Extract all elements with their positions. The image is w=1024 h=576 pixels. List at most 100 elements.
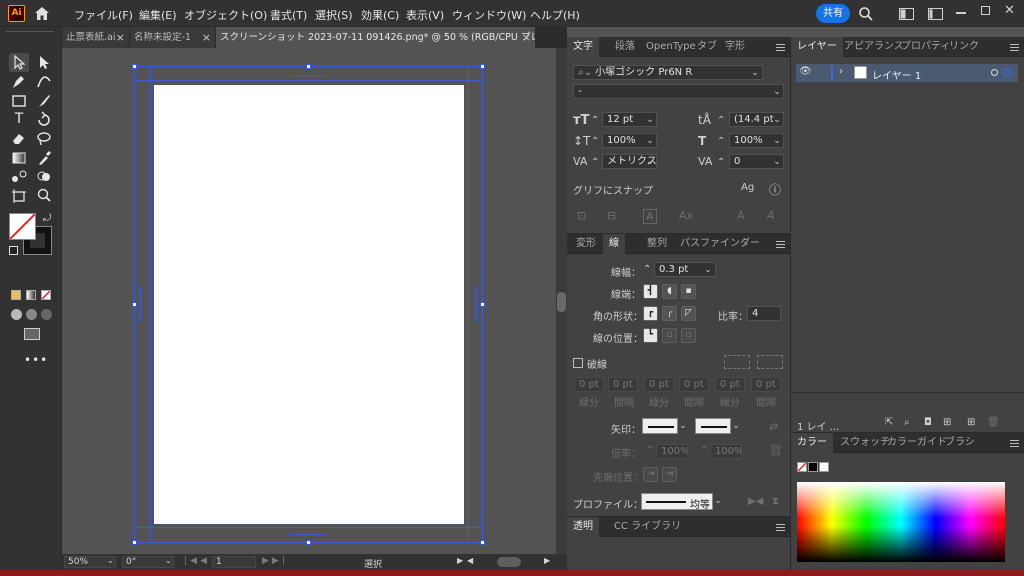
tab-align[interactable]: 整列 bbox=[647, 234, 667, 254]
selection-handle[interactable] bbox=[480, 64, 485, 69]
end-arrowhead-field[interactable] bbox=[695, 418, 731, 434]
scroll-right-icon[interactable]: ▶ bbox=[544, 556, 550, 565]
glyph-button-3[interactable]: A bbox=[643, 209, 657, 224]
selection-handle[interactable] bbox=[132, 64, 137, 69]
stepper-icon[interactable]: ⌃ bbox=[591, 115, 599, 126]
dash-align-icon[interactable] bbox=[757, 355, 783, 369]
butt-cap-icon[interactable]: ┫ bbox=[643, 284, 658, 299]
delete-layer-icon[interactable]: 🗑 bbox=[987, 417, 1000, 428]
status-arrow-icon[interactable]: ▶ bbox=[457, 556, 463, 565]
layer-name[interactable]: レイヤー 1 bbox=[872, 67, 921, 82]
tab-pathfinder[interactable]: パスファインダー bbox=[680, 234, 760, 254]
chevron-down-icon[interactable]: ⌄ bbox=[701, 263, 715, 277]
locate-object-icon[interactable]: ⌕ bbox=[904, 417, 910, 428]
tab-paragraph[interactable]: 段落 bbox=[615, 37, 635, 57]
restore-icon[interactable] bbox=[981, 6, 990, 15]
expand-chevron-icon[interactable]: › bbox=[839, 66, 843, 77]
flip-across-icon[interactable]: ⧗ bbox=[772, 496, 779, 507]
dash-3-field[interactable]: 0 pt bbox=[715, 377, 745, 392]
selection-handle[interactable] bbox=[480, 540, 485, 545]
tab-color-guide[interactable]: カラーガイド bbox=[887, 433, 947, 453]
edit-toolbar-icon[interactable]: ••• bbox=[24, 353, 48, 367]
stepper-icon[interactable]: ⌃ bbox=[700, 445, 708, 456]
draw-normal-icon[interactable] bbox=[11, 309, 22, 320]
font-style-field[interactable]: - bbox=[573, 84, 784, 99]
stepper-icon[interactable]: ⌃ bbox=[646, 445, 654, 456]
stepper-icon[interactable]: ⌃ bbox=[591, 157, 599, 168]
doc-tab-3[interactable]: スクリーンショット 2023-07-11 091426.png* @ 50 % … bbox=[216, 27, 536, 48]
artboard-prev-icons[interactable]: |◀◀ bbox=[184, 556, 210, 566]
doc-tab-1[interactable]: 止票表紙.ai × bbox=[62, 27, 130, 48]
close-window-icon[interactable]: ✕ bbox=[1004, 3, 1015, 18]
chevron-down-icon[interactable]: ⌄ bbox=[770, 134, 784, 148]
color-spectrum[interactable] bbox=[797, 482, 1005, 562]
artboard-next-icons[interactable]: ▶▶| bbox=[262, 556, 288, 566]
visibility-eye-icon[interactable]: 👁 bbox=[799, 66, 812, 77]
menu-file[interactable]: ファイル(F) bbox=[74, 7, 133, 23]
pen-tool-icon[interactable] bbox=[9, 72, 29, 91]
share-button[interactable]: 共有 bbox=[816, 4, 850, 23]
menu-object[interactable]: オブジェクト(O) bbox=[184, 7, 267, 23]
artboard-number-field[interactable]: 1 bbox=[212, 556, 256, 568]
round-cap-icon[interactable]: ◖ bbox=[662, 284, 677, 299]
info-icon[interactable]: ⓘ bbox=[769, 181, 781, 198]
arrow-end-scale-field[interactable]: 100% bbox=[710, 444, 742, 459]
tab-character[interactable]: 文字 bbox=[567, 37, 599, 57]
color-mode-icon[interactable] bbox=[11, 290, 21, 300]
menu-edit[interactable]: 編集(E) bbox=[139, 7, 177, 23]
close-tab-icon[interactable]: × bbox=[116, 27, 125, 48]
align-inside-icon[interactable]: ▫ bbox=[662, 328, 677, 343]
lasso-tool-icon[interactable] bbox=[34, 129, 54, 148]
tab-properties[interactable]: プロパティ bbox=[901, 37, 950, 57]
chevron-down-icon[interactable]: ⌄ bbox=[770, 85, 784, 99]
rectangle-tool-icon[interactable] bbox=[9, 91, 29, 110]
shape-builder-tool-icon[interactable] bbox=[34, 167, 54, 186]
tab-appearance[interactable]: アピアランス bbox=[844, 37, 904, 57]
tab-swatches[interactable]: スウォッチ bbox=[840, 433, 890, 453]
gradient-tool-icon[interactable] bbox=[9, 148, 29, 167]
stepper-icon[interactable]: ⌃ bbox=[643, 264, 651, 275]
tab-links[interactable]: リンク bbox=[949, 37, 979, 57]
menu-type[interactable]: 書式(T) bbox=[270, 7, 307, 23]
artboard-tool-icon[interactable] bbox=[9, 186, 29, 205]
glyph-button-1[interactable]: ⊡ bbox=[577, 209, 586, 222]
flip-along-icon[interactable]: ▶◀ bbox=[748, 496, 763, 507]
panel-menu-icon[interactable] bbox=[776, 241, 785, 248]
bevel-join-icon[interactable]: ◸ bbox=[681, 306, 696, 321]
glyph-snap-icon[interactable]: Ag bbox=[741, 182, 754, 193]
minimize-icon[interactable] bbox=[956, 12, 966, 14]
round-join-icon[interactable]: ╭ bbox=[662, 306, 677, 321]
tab-stroke[interactable]: 線 bbox=[603, 234, 625, 254]
tab-color[interactable]: カラー bbox=[791, 433, 833, 453]
draw-behind-icon[interactable] bbox=[26, 309, 37, 320]
limit-field[interactable]: 4 bbox=[747, 306, 781, 321]
link-scale-icon[interactable]: ⛓ bbox=[769, 444, 783, 457]
selection-handle[interactable] bbox=[132, 302, 137, 307]
search-icon[interactable] bbox=[858, 6, 874, 22]
rotate-tool-icon[interactable] bbox=[34, 110, 54, 129]
artboard[interactable] bbox=[154, 85, 464, 524]
zoom-tool-icon[interactable] bbox=[34, 186, 54, 205]
vertical-scroll-thumb[interactable] bbox=[557, 292, 566, 312]
dashed-checkbox[interactable] bbox=[573, 358, 583, 368]
workspace-icon[interactable] bbox=[899, 8, 914, 20]
chevron-down-icon[interactable]: ⌄ bbox=[748, 66, 762, 80]
tab-opentype[interactable]: OpenType bbox=[646, 37, 696, 57]
dash-1-field[interactable]: 0 pt bbox=[574, 377, 604, 392]
selection-handle[interactable] bbox=[306, 540, 311, 545]
export-icon[interactable]: ⇱ bbox=[885, 417, 893, 428]
tab-layers[interactable]: レイヤー bbox=[791, 37, 843, 57]
tab-transform[interactable]: 変形 bbox=[576, 234, 596, 254]
arrow-start-scale-field[interactable]: 100% bbox=[656, 444, 688, 459]
none-mode-icon[interactable] bbox=[41, 290, 51, 300]
chevron-down-icon[interactable]: ⌄ bbox=[729, 419, 743, 433]
chevron-down-icon[interactable]: ⌄ bbox=[643, 134, 657, 148]
arrange-documents-icon[interactable] bbox=[928, 8, 943, 20]
menu-select[interactable]: 選択(S) bbox=[315, 7, 353, 23]
close-tab-icon[interactable]: × bbox=[202, 27, 211, 48]
tab-tabs[interactable]: タブ bbox=[697, 37, 717, 57]
glyph-button-5[interactable]: A bbox=[737, 209, 745, 222]
stepper-icon[interactable]: ⌃ bbox=[717, 115, 725, 126]
paintbrush-tool-icon[interactable] bbox=[34, 91, 54, 110]
tab-transparency[interactable]: 透明 bbox=[567, 517, 599, 537]
